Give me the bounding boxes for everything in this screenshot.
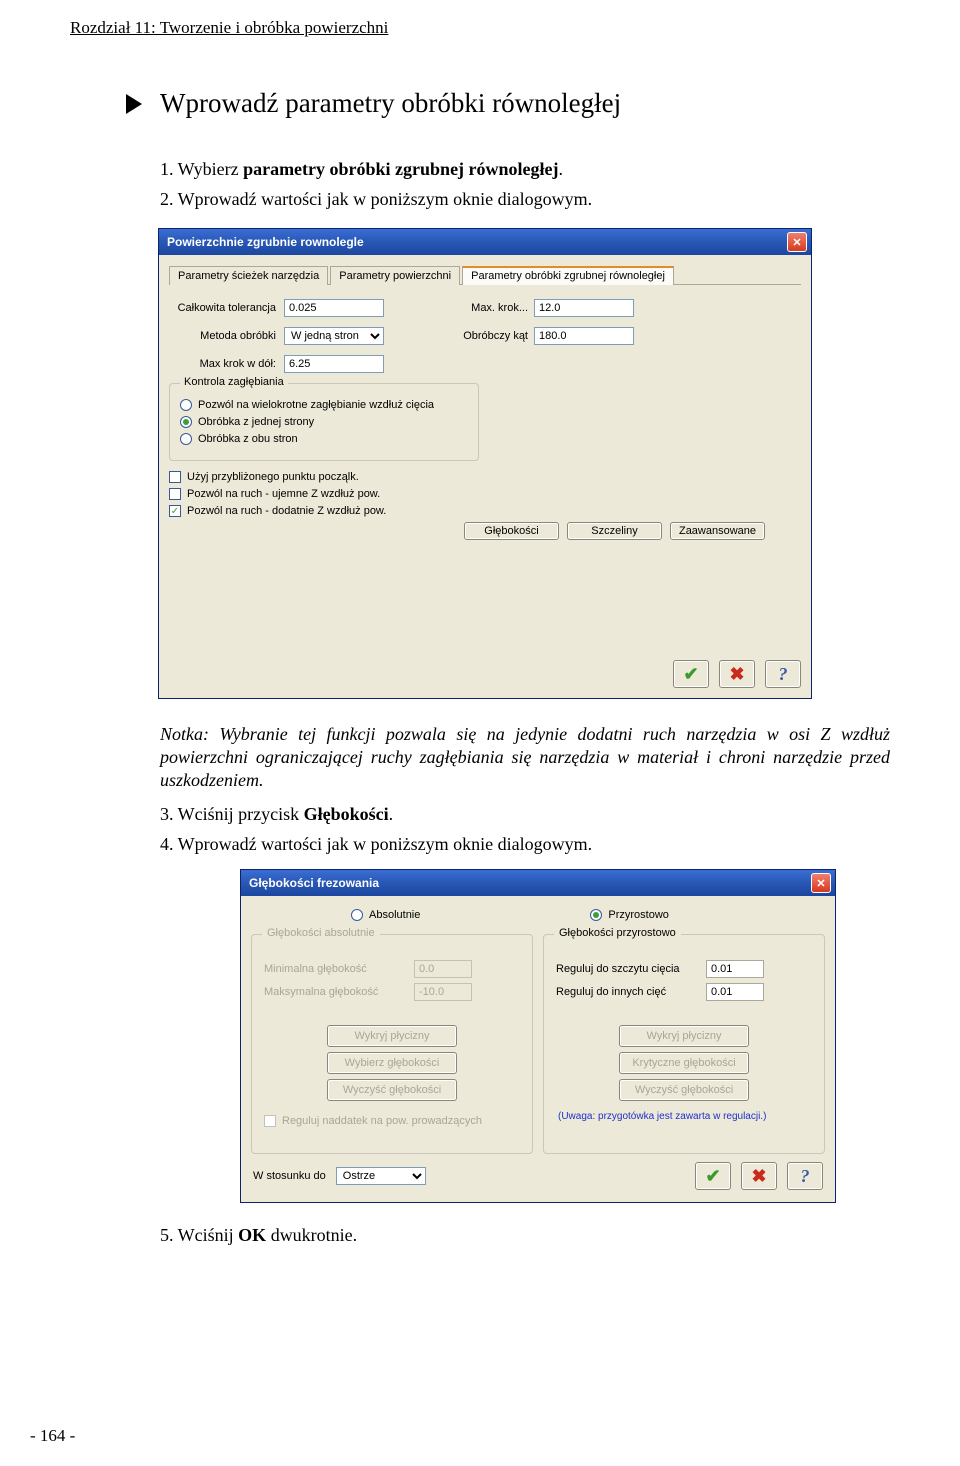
button-advanced[interactable]: Zaawansowane xyxy=(670,522,765,540)
dialog1-titlebar[interactable]: Powierzchnie zgrubnie rownolegle ✕ xyxy=(159,229,811,255)
check-adjust-stock-label: Reguluj naddatek na pow. prowadzących xyxy=(282,1115,482,1127)
section-marker-icon xyxy=(126,94,142,114)
label-min-depth: Minimalna głębokość xyxy=(264,963,414,975)
note-stock-included: (Uwaga: przygotówka jest zawarta w regul… xyxy=(558,1111,812,1122)
dialog1-tabs: Parametry ścieżek narzędzia Parametry po… xyxy=(169,265,801,285)
section-title: Wprowadź parametry obróbki równoległej xyxy=(160,88,621,119)
select-method[interactable]: W jedną stron xyxy=(284,327,384,345)
button-critical-depths: Krytyczne głębokości xyxy=(619,1052,749,1074)
button-clear-depths-left: Wyczyść głębokości xyxy=(327,1079,457,1101)
radio-absolute[interactable] xyxy=(351,909,363,921)
button-select-depths: Wybierz głębokości xyxy=(327,1052,457,1074)
ok-button[interactable]: ✔ xyxy=(695,1162,731,1190)
step-1-bold: parametry obróbki zgrubnej równoległej xyxy=(243,159,558,179)
label-total-tolerance: Całkowita tolerancja xyxy=(169,302,284,314)
dialog1-title-text: Powierzchnie zgrubnie rownolegle xyxy=(167,235,364,249)
step-5: 5. Wciśnij OK dwukrotnie. xyxy=(160,1225,890,1246)
step-5-suffix: dwukrotnie. xyxy=(266,1225,357,1245)
check-icon: ✔ xyxy=(705,1166,720,1187)
input-max-step[interactable] xyxy=(534,299,634,317)
x-icon: ✖ xyxy=(751,1166,766,1187)
input-total-tolerance[interactable] xyxy=(284,299,384,317)
check-approx-start[interactable] xyxy=(169,471,181,483)
page-number: - 164 - xyxy=(30,1426,75,1446)
radio-incremental[interactable] xyxy=(590,909,602,921)
radio-both-sides-label: Obróbka z obu stron xyxy=(198,433,298,445)
tab-rough-parallel[interactable]: Parametry obróbki zgrubnej równoległej xyxy=(462,266,674,285)
step-2: 2. Wprowadź wartości jak w poniższym okn… xyxy=(160,189,890,210)
dialog-milling-depths: Głębokości frezowania ✕ Absolutnie Przyr… xyxy=(240,869,836,1203)
button-detect-shallows-left: Wykryj płycizny xyxy=(327,1025,457,1047)
chapter-header: Rozdział 11: Tworzenie i obróbka powierz… xyxy=(70,18,890,38)
fieldset-plunge-control: Kontrola zagłębiania Pozwól na wielokrot… xyxy=(169,383,479,461)
close-icon[interactable]: ✕ xyxy=(787,232,807,252)
note-text: Notka: Wybranie tej funkcji pozwala się … xyxy=(160,723,890,792)
input-max-step-down[interactable] xyxy=(284,355,384,373)
step-3-suffix: . xyxy=(389,804,394,824)
check-pos-z-label: Pozwól na ruch - dodatnie Z wzdłuż pow. xyxy=(187,505,386,517)
radio-both-sides[interactable] xyxy=(180,433,192,445)
check-adjust-stock xyxy=(264,1115,276,1127)
radio-multi-plunge[interactable] xyxy=(180,399,192,411)
radio-multi-plunge-label: Pozwól na wielokrotne zagłębianie wzdłuż… xyxy=(198,399,434,411)
label-max-step-down: Max krok w dół: xyxy=(169,358,284,370)
group-incremental-depths: Głębokości przyrostowo Reguluj do szczyt… xyxy=(543,934,825,1154)
cancel-button[interactable]: ✖ xyxy=(741,1162,777,1190)
radio-absolute-label: Absolutnie xyxy=(369,909,420,921)
input-adjust-top[interactable] xyxy=(706,960,764,978)
check-pos-z[interactable]: ✓ xyxy=(169,505,181,517)
close-icon[interactable]: ✕ xyxy=(811,873,831,893)
dialog2-titlebar[interactable]: Głębokości frezowania ✕ xyxy=(241,870,835,896)
ok-button[interactable]: ✔ xyxy=(673,660,709,688)
step-1: 1. Wybierz parametry obróbki zgrubnej ró… xyxy=(160,159,890,180)
check-approx-start-label: Użyj przybliżonego punktu począlk. xyxy=(187,471,359,483)
dialog2-title-text: Głębokości frezowania xyxy=(249,876,379,890)
help-icon: ? xyxy=(801,1166,810,1187)
button-detect-shallows-right: Wykryj płycizny xyxy=(619,1025,749,1047)
label-angle: Obróbczy kąt xyxy=(454,330,534,342)
step-1-suffix: . xyxy=(559,159,564,179)
tab-surface-params[interactable]: Parametry powierzchni xyxy=(330,266,460,285)
input-angle[interactable] xyxy=(534,327,634,345)
cancel-button[interactable]: ✖ xyxy=(719,660,755,688)
help-button[interactable]: ? xyxy=(765,660,801,688)
x-icon: ✖ xyxy=(729,664,744,685)
step-3-bold: Głębokości xyxy=(304,804,389,824)
label-max-depth: Maksymalna głębokość xyxy=(264,986,414,998)
label-adjust-other: Reguluj do innych cięć xyxy=(556,986,706,998)
help-button[interactable]: ? xyxy=(787,1162,823,1190)
input-adjust-other[interactable] xyxy=(706,983,764,1001)
button-depths[interactable]: Głębokości xyxy=(464,522,559,540)
label-method: Metoda obróbki xyxy=(169,330,284,342)
step-5-bold: OK xyxy=(238,1225,266,1245)
step-4: 4. Wprowadź wartości jak w poniższym okn… xyxy=(160,834,890,855)
check-icon: ✔ xyxy=(683,664,698,685)
radio-one-side[interactable] xyxy=(180,416,192,428)
dialog-surfaces-parallel: Powierzchnie zgrubnie rownolegle ✕ Param… xyxy=(158,228,812,699)
legend-incremental: Głębokości przyrostowo xyxy=(554,927,681,939)
radio-incremental-label: Przyrostowo xyxy=(608,909,669,921)
step-3-prefix: 3. Wciśnij przycisk xyxy=(160,804,304,824)
step-3: 3. Wciśnij przycisk Głębokości. xyxy=(160,804,890,825)
check-neg-z[interactable] xyxy=(169,488,181,500)
step-1-prefix: 1. Wybierz xyxy=(160,159,243,179)
help-icon: ? xyxy=(779,664,788,685)
step-5-prefix: 5. Wciśnij xyxy=(160,1225,238,1245)
label-adjust-top: Reguluj do szczytu cięcia xyxy=(556,963,706,975)
radio-one-side-label: Obróbka z jednej strony xyxy=(198,416,314,428)
button-gaps[interactable]: Szczeliny xyxy=(567,522,662,540)
fieldset-legend-plunge: Kontrola zagłębiania xyxy=(180,376,288,388)
input-max-depth xyxy=(414,983,472,1001)
check-neg-z-label: Pozwól na ruch - ujemne Z wzdłuż pow. xyxy=(187,488,380,500)
label-max-step: Max. krok... xyxy=(454,302,534,314)
tab-tool-paths[interactable]: Parametry ścieżek narzędzia xyxy=(169,266,328,285)
label-relative-to: W stosunku do xyxy=(253,1170,326,1182)
input-min-depth xyxy=(414,960,472,978)
group-absolute-depths: Głębokości absolutnie Minimalna głębokoś… xyxy=(251,934,533,1154)
legend-absolute: Głębokości absolutnie xyxy=(262,927,380,939)
button-clear-depths-right: Wyczyść głębokości xyxy=(619,1079,749,1101)
select-relative-to[interactable]: Ostrze xyxy=(336,1167,426,1185)
